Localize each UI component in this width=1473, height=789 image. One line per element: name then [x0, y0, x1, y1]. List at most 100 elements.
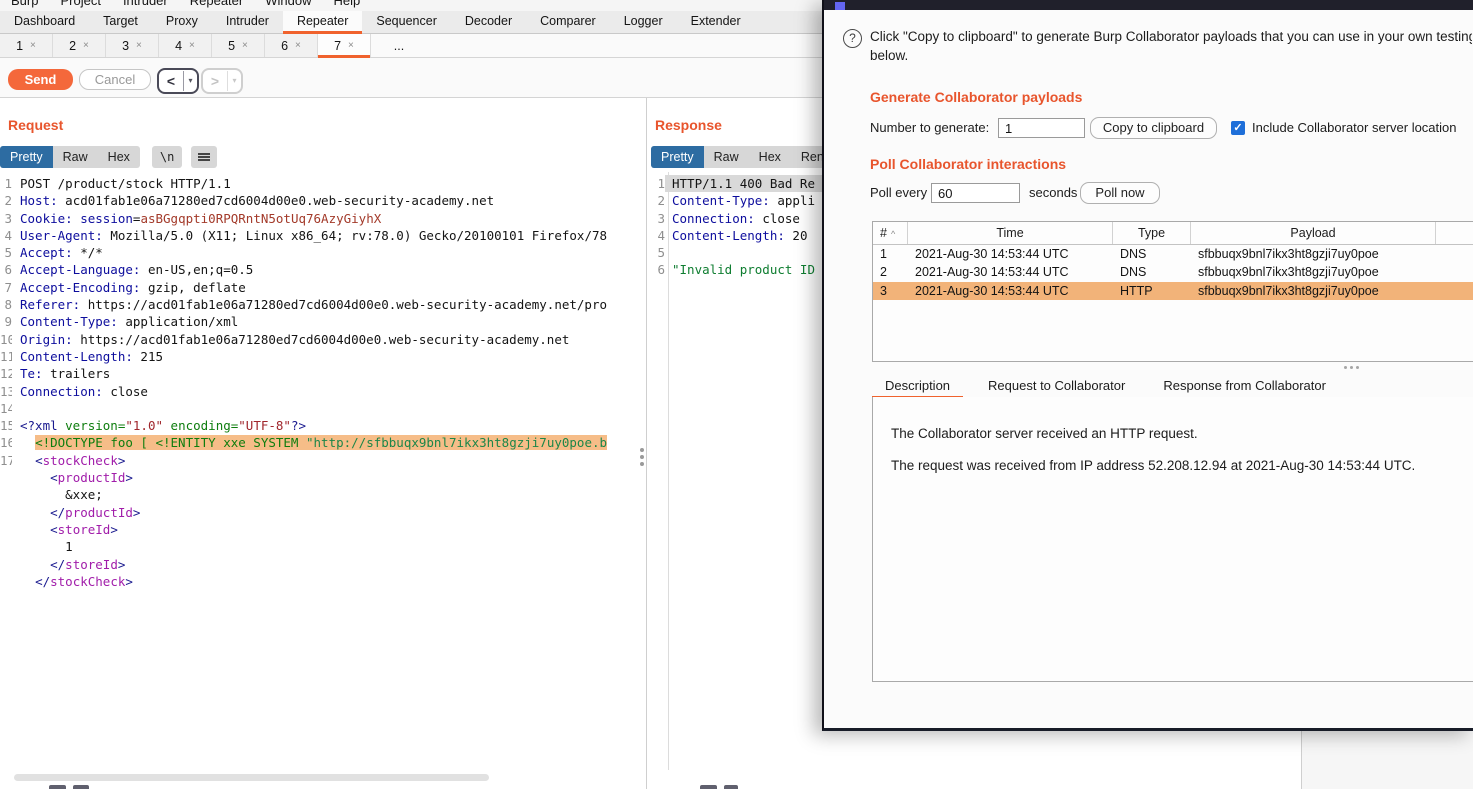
line-number: 5: [647, 244, 665, 261]
repeater-tab-overflow[interactable]: ...: [371, 34, 427, 57]
repeater-tab-label: 6: [281, 39, 288, 53]
forward-arrow-icon: >: [203, 73, 227, 89]
editor-menu-button[interactable]: [191, 146, 217, 168]
view-tab-hex[interactable]: Hex: [98, 146, 140, 168]
line-number: 11: [0, 348, 12, 365]
seconds-label: seconds: [1029, 182, 1077, 204]
table-cell: DNS: [1113, 263, 1191, 281]
close-tab-icon[interactable]: ×: [30, 40, 36, 51]
poll-row: Poll every seconds Poll now: [824, 182, 1473, 204]
menu-repeater[interactable]: Repeater: [179, 0, 254, 11]
table-row[interactable]: 32021-Aug-30 14:53:44 UTCHTTPsfbbuqx9bnl…: [873, 282, 1473, 300]
close-tab-icon[interactable]: ×: [136, 40, 142, 51]
interaction-detail-tabs: Description Request to Collaborator Respon…: [872, 376, 1473, 398]
number-to-generate-label: Number to generate:: [870, 117, 989, 139]
repeater-tab-6[interactable]: 6×: [265, 34, 318, 57]
number-to-generate-input[interactable]: [998, 118, 1085, 138]
column-header-extra: [1436, 222, 1473, 244]
view-tab-pretty[interactable]: Pretty: [0, 146, 53, 168]
tab-decoder[interactable]: Decoder: [451, 11, 526, 33]
line-number: 16: [0, 434, 12, 451]
column-header-time[interactable]: Time: [908, 222, 1113, 244]
table-cell: sfbbuqx9bnl7ikx3ht8gzji7uy0poe: [1191, 263, 1436, 281]
close-tab-icon[interactable]: ×: [295, 40, 301, 51]
code-line: <productId>: [0, 469, 646, 486]
close-tab-icon[interactable]: ×: [242, 40, 248, 51]
column-header-type[interactable]: Type: [1113, 222, 1191, 244]
table-row[interactable]: 22021-Aug-30 14:53:44 UTCDNSsfbbuqx9bnl7…: [873, 263, 1473, 281]
include-location-checkbox[interactable]: ✓: [1231, 121, 1245, 135]
line-number: [0, 504, 12, 521]
detail-tab-response-from-collaborator[interactable]: Response from Collaborator: [1150, 376, 1339, 397]
menu-help[interactable]: Help: [322, 0, 371, 11]
splitter-handle-icon[interactable]: [1344, 366, 1359, 369]
line-number: [0, 486, 12, 503]
line-number: 4: [647, 227, 665, 244]
repeater-tab-4[interactable]: 4×: [159, 34, 212, 57]
tab-target[interactable]: Target: [89, 11, 152, 33]
repeater-tab-1[interactable]: 1×: [0, 34, 53, 57]
column-header-payload[interactable]: Payload: [1191, 222, 1436, 244]
request-editor[interactable]: 1POST /product/stock HTTP/1.12Host: acd0…: [0, 175, 646, 769]
poll-every-label: Poll every: [870, 182, 927, 204]
tab-extender[interactable]: Extender: [677, 11, 755, 33]
bottom-bar-sliver: [49, 785, 66, 789]
back-arrow-icon: <: [159, 73, 183, 89]
request-view-tabgroup: PrettyRawHex: [0, 146, 140, 168]
inline-menu-icon[interactable]: [640, 448, 644, 466]
tab-sequencer[interactable]: Sequencer: [362, 11, 450, 33]
copy-to-clipboard-button[interactable]: Copy to clipboard: [1090, 117, 1217, 139]
repeater-tab-2[interactable]: 2×: [53, 34, 106, 57]
poll-now-button[interactable]: Poll now: [1080, 182, 1160, 204]
repeater-tab-label: 7: [334, 39, 341, 53]
detail-tab-description[interactable]: Description: [872, 376, 963, 397]
poll-interval-input[interactable]: [931, 183, 1020, 203]
line-number: 9: [0, 313, 12, 330]
request-horizontal-scrollbar[interactable]: [14, 774, 489, 781]
help-text-line: below.: [870, 47, 1472, 66]
menu-burp[interactable]: Burp: [0, 0, 49, 11]
code-line: <storeId>: [0, 521, 646, 538]
menu-intruder[interactable]: Intruder: [112, 0, 179, 11]
table-cell: 1: [873, 245, 908, 263]
repeater-tab-5[interactable]: 5×: [212, 34, 265, 57]
menu-project[interactable]: Project: [49, 0, 111, 11]
code-line: 12Te: trailers: [0, 365, 646, 382]
send-button[interactable]: Send: [8, 69, 73, 90]
tab-proxy[interactable]: Proxy: [152, 11, 212, 33]
view-tab-hex[interactable]: Hex: [749, 146, 791, 168]
description-line: The request was received from IP address…: [873, 456, 1473, 475]
collaborator-title-bar[interactable]: [824, 0, 1473, 10]
cancel-button[interactable]: Cancel: [79, 69, 151, 90]
line-number: [0, 469, 12, 486]
column-header-num[interactable]: #^: [873, 222, 908, 244]
show-newlines-button[interactable]: \n: [152, 146, 182, 168]
repeater-tab-3[interactable]: 3×: [106, 34, 159, 57]
detail-tab-request-to-collaborator[interactable]: Request to Collaborator: [975, 376, 1138, 397]
close-tab-icon[interactable]: ×: [189, 40, 195, 51]
back-dropdown-icon[interactable]: ▾: [183, 71, 197, 91]
sort-ascending-icon: ^: [891, 229, 895, 239]
table-row[interactable]: 12021-Aug-30 14:53:44 UTCDNSsfbbuqx9bnl7…: [873, 245, 1473, 263]
code-line: 10Origin: https://acd01fab1e06a71280ed7c…: [0, 331, 646, 348]
bottom-bar-sliver: [73, 785, 89, 789]
line-number: 15: [0, 417, 12, 434]
tab-dashboard[interactable]: Dashboard: [0, 11, 89, 33]
repeater-tab-7[interactable]: 7×: [318, 34, 371, 57]
menu-window[interactable]: Window: [254, 0, 322, 11]
close-tab-icon[interactable]: ×: [83, 40, 89, 51]
code-line: 15<?xml version="1.0" encoding="UTF-8"?>: [0, 417, 646, 434]
tab-comparer[interactable]: Comparer: [526, 11, 610, 33]
line-number: 6: [647, 261, 665, 278]
line-number: 5: [0, 244, 12, 261]
close-tab-icon[interactable]: ×: [348, 40, 354, 51]
tab-intruder[interactable]: Intruder: [212, 11, 283, 33]
view-tab-raw[interactable]: Raw: [704, 146, 749, 168]
request-view-tabs: PrettyRawHex \n: [0, 146, 217, 168]
tab-logger[interactable]: Logger: [610, 11, 677, 33]
view-tab-pretty[interactable]: Pretty: [651, 146, 704, 168]
view-tab-raw[interactable]: Raw: [53, 146, 98, 168]
code-line: 13Connection: close: [0, 383, 646, 400]
tab-repeater[interactable]: Repeater: [283, 11, 362, 33]
history-back-button[interactable]: < ▾: [157, 68, 199, 94]
